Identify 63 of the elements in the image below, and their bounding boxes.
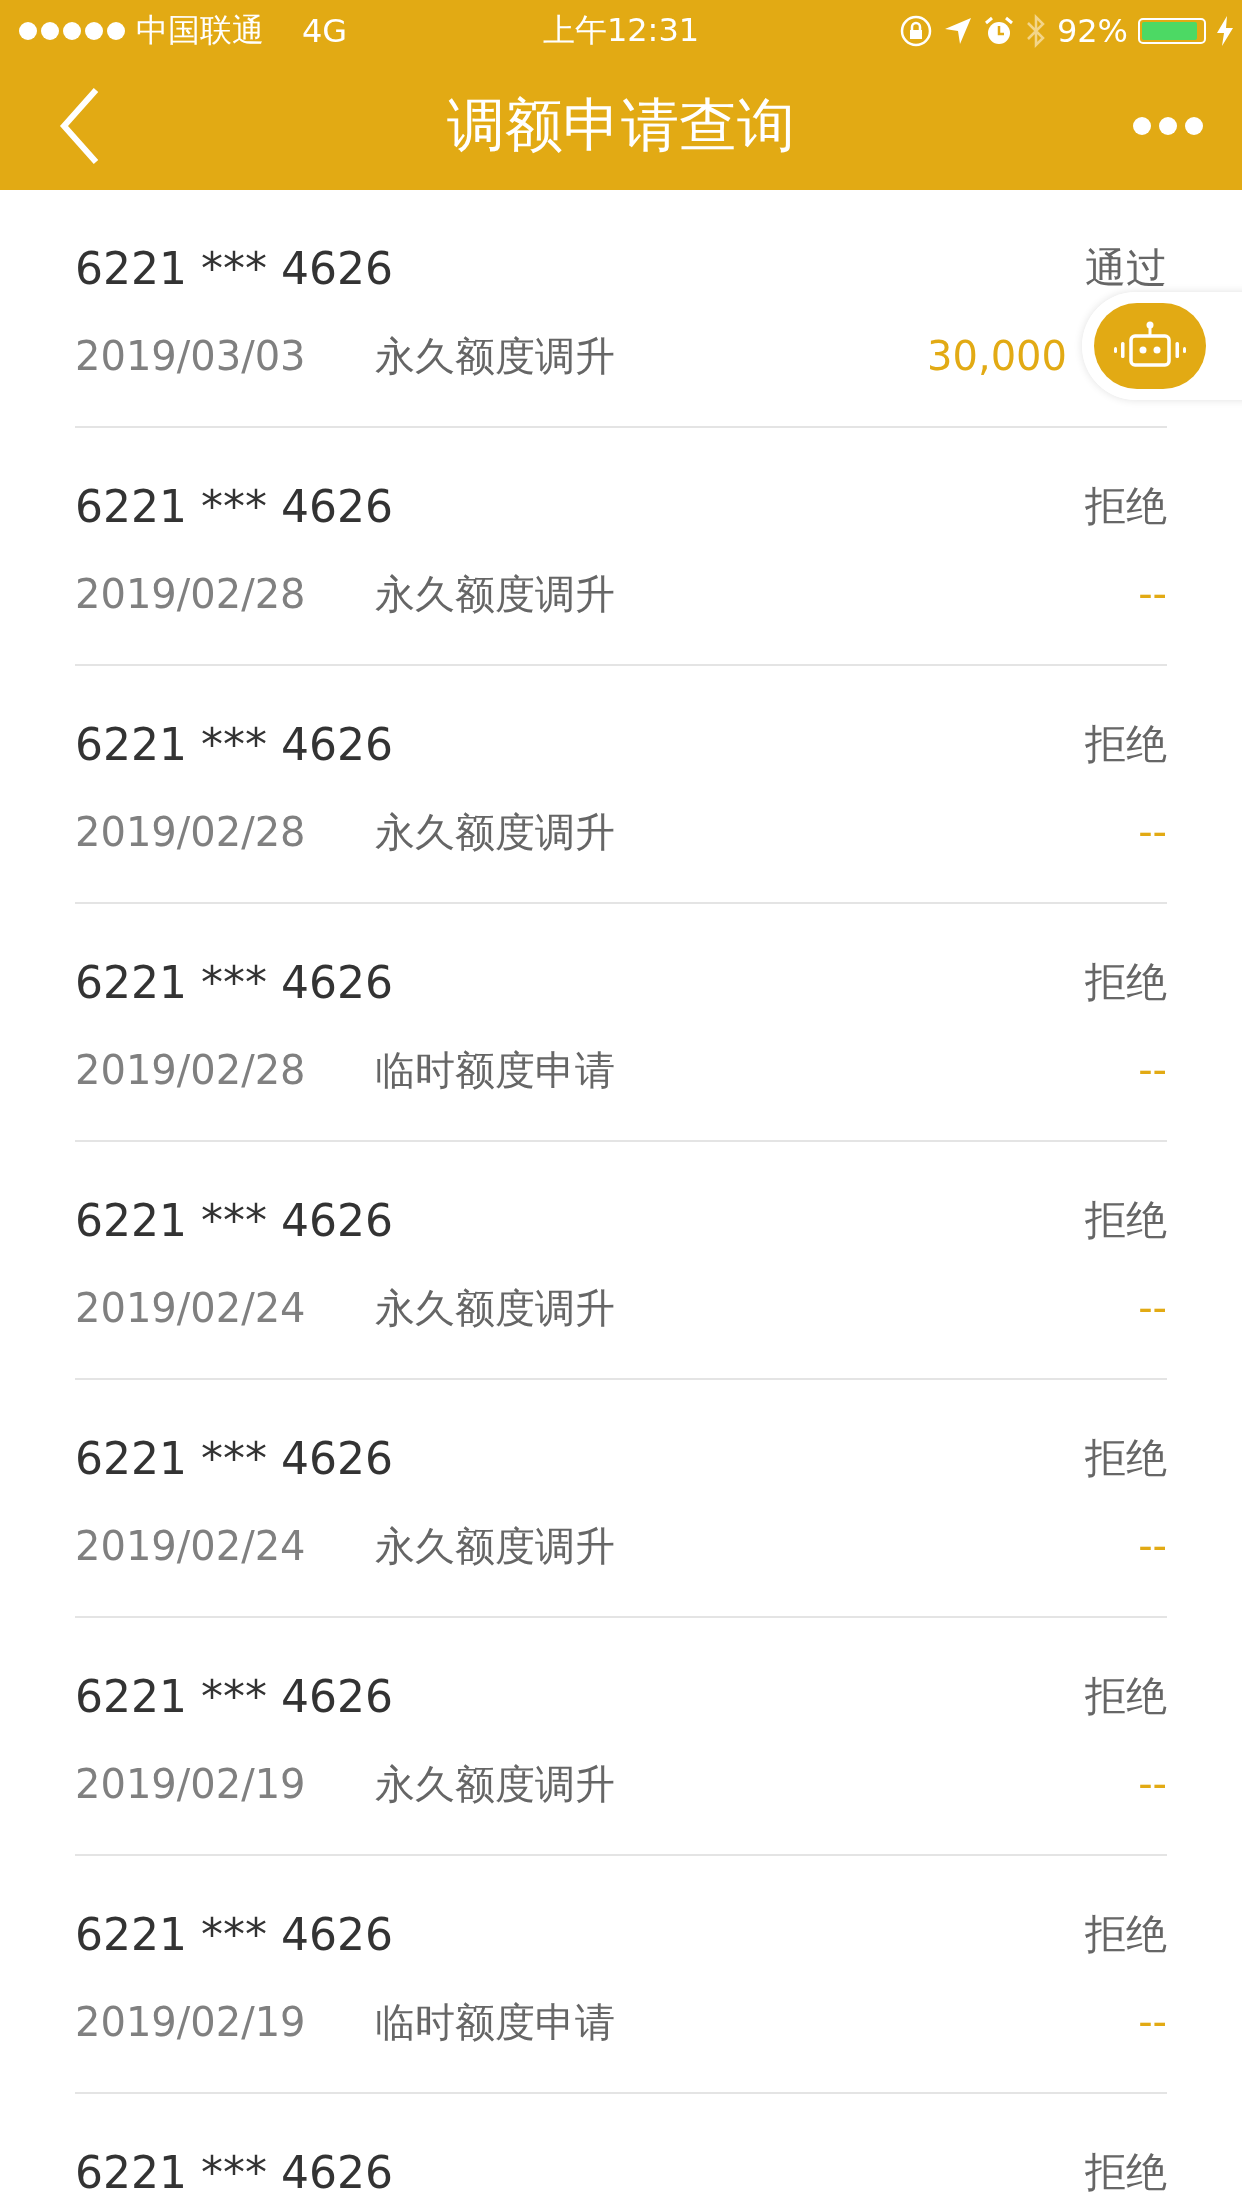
application-status: 拒绝 — [1085, 480, 1167, 532]
card-number: 6221 *** 4626 — [75, 1670, 393, 1722]
signal-icon — [18, 21, 126, 41]
card-number: 6221 *** 4626 — [75, 242, 393, 294]
application-type: 永久额度调升 — [375, 1521, 615, 1571]
approved-amount: -- — [1138, 1523, 1167, 1569]
application-date: 2019/02/24 — [75, 1285, 307, 1331]
application-date: 2019/02/28 — [75, 809, 307, 855]
page-title: 调额申请查询 — [447, 90, 795, 161]
alarm-icon — [982, 15, 1015, 47]
application-date: 2019/02/19 — [75, 1999, 307, 2045]
rotation-lock-icon — [898, 14, 933, 48]
application-status: 拒绝 — [1085, 1670, 1167, 1722]
network-type: 4G — [302, 12, 348, 50]
approved-amount: -- — [1138, 1999, 1167, 2045]
record-item[interactable]: 6221 *** 4626 拒绝 — [75, 2094, 1167, 2208]
card-number: 6221 *** 4626 — [75, 718, 393, 770]
record-item[interactable]: 6221 *** 4626 拒绝 2019/02/28 永久额度调升 -- — [75, 428, 1167, 666]
card-number: 6221 *** 4626 — [75, 1908, 393, 1960]
card-number: 6221 *** 4626 — [75, 1432, 393, 1484]
application-status: 拒绝 — [1085, 1432, 1167, 1484]
application-status: 拒绝 — [1085, 1908, 1167, 1960]
application-type: 永久额度调升 — [375, 1283, 615, 1333]
record-item[interactable]: 6221 *** 4626 拒绝 2019/02/28 永久额度调升 -- — [75, 666, 1167, 904]
card-number: 6221 *** 4626 — [75, 1194, 393, 1246]
application-status: 拒绝 — [1085, 1194, 1167, 1246]
battery-icon — [1138, 18, 1206, 44]
robot-button[interactable] — [1094, 303, 1206, 389]
record-item[interactable]: 6221 *** 4626 拒绝 2019/02/24 永久额度调升 -- — [75, 1142, 1167, 1380]
application-date: 2019/02/28 — [75, 1047, 307, 1093]
battery-percentage: 92% — [1056, 12, 1128, 50]
application-date: 2019/02/19 — [75, 1761, 307, 1807]
application-type: 永久额度调升 — [375, 1759, 615, 1809]
application-type: 临时额度申请 — [375, 1045, 615, 1095]
approved-amount: -- — [1138, 1285, 1167, 1331]
record-item[interactable]: 6221 *** 4626 拒绝 2019/02/24 永久额度调升 -- — [75, 1380, 1167, 1618]
clock-time: 上午12:31 — [542, 10, 700, 51]
card-number: 6221 *** 4626 — [75, 956, 393, 1008]
approved-amount: -- — [1138, 1761, 1167, 1807]
application-status: 拒绝 — [1085, 956, 1167, 1008]
approved-amount: -- — [1138, 571, 1167, 617]
card-number: 6221 *** 4626 — [75, 480, 393, 532]
approved-amount: 30,000 — [927, 333, 1067, 379]
carrier-name: 中国联通 — [136, 10, 264, 51]
application-type: 永久额度调升 — [375, 807, 615, 857]
more-button[interactable] — [1132, 116, 1204, 136]
application-date: 2019/02/28 — [75, 571, 307, 617]
application-date: 2019/02/24 — [75, 1523, 307, 1569]
card-number: 6221 *** 4626 — [75, 2146, 393, 2198]
application-status: 通过 — [1085, 242, 1167, 294]
assistant-tab[interactable] — [1082, 292, 1242, 400]
record-item[interactable]: 6221 *** 4626 拒绝 2019/02/19 永久额度调升 -- — [75, 1618, 1167, 1856]
application-type: 永久额度调升 — [375, 331, 615, 381]
record-item[interactable]: 6221 *** 4626 拒绝 2019/02/19 临时额度申请 -- — [75, 1856, 1167, 2094]
application-status: 拒绝 — [1085, 718, 1167, 770]
application-type: 永久额度调升 — [375, 569, 615, 619]
approved-amount: -- — [1138, 1047, 1167, 1093]
approved-amount: -- — [1138, 809, 1167, 855]
application-status: 拒绝 — [1085, 2146, 1167, 2198]
bluetooth-icon — [1024, 13, 1047, 49]
application-type: 临时额度申请 — [375, 1997, 615, 2047]
application-date: 2019/03/03 — [75, 333, 307, 379]
record-item[interactable]: 6221 *** 4626 拒绝 2019/02/28 临时额度申请 -- — [75, 904, 1167, 1142]
